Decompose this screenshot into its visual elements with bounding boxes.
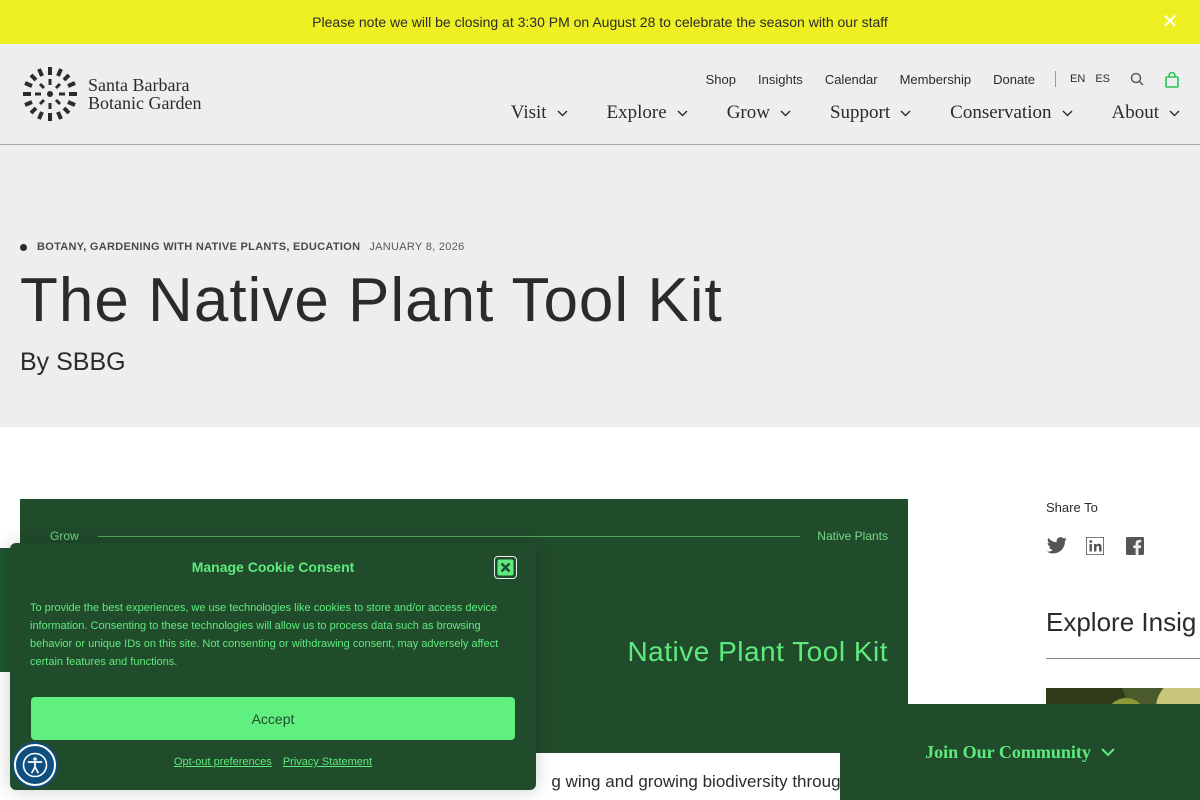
- chevron-down-icon: [557, 110, 568, 116]
- chevron-down-icon: [900, 110, 911, 116]
- join-community-button[interactable]: Join Our Community: [840, 704, 1200, 800]
- logo-line-1: Santa Barbara: [88, 75, 190, 95]
- share-section: Share To: [1046, 500, 1166, 557]
- nav-item-explore[interactable]: Explore: [607, 102, 688, 124]
- chevron-down-icon: [780, 110, 791, 116]
- twitter-icon[interactable]: [1046, 537, 1067, 557]
- nav-item-label: Grow: [726, 102, 770, 123]
- bullet-icon: [20, 243, 27, 251]
- facebook-icon[interactable]: [1126, 537, 1146, 557]
- close-icon[interactable]: ✕: [1160, 12, 1180, 32]
- nav-item-label: Visit: [510, 102, 547, 123]
- article-date: JANUARY 8, 2026: [369, 241, 465, 253]
- main-nav: Visit Explore Grow Support Conservation …: [472, 102, 1180, 124]
- site-logo[interactable]: Santa Barbara Botanic Garden: [20, 64, 201, 124]
- explore-insights-heading: Explore Insig: [1046, 607, 1197, 637]
- privacy-statement-link[interactable]: Privacy Statement: [283, 756, 372, 768]
- announcement-text: Please note we will be closing at 3:30 P…: [312, 14, 888, 30]
- logo-line-2: Botanic Garden: [88, 93, 202, 113]
- close-icon: [497, 559, 514, 576]
- nav-item-conservation[interactable]: Conservation: [950, 102, 1072, 124]
- linkedin-icon[interactable]: [1085, 536, 1106, 557]
- opt-out-link[interactable]: Opt-out preferences: [174, 756, 272, 768]
- logo-mark-icon: [23, 67, 77, 121]
- article-byline: By SBBG: [20, 348, 126, 376]
- utility-link-calendar[interactable]: Calendar: [825, 72, 878, 87]
- chevron-down-icon: [1101, 747, 1115, 756]
- accept-button[interactable]: Accept: [31, 697, 515, 740]
- nav-item-label: Explore: [606, 102, 667, 123]
- share-label: Share To: [1046, 500, 1098, 515]
- cookie-consent-dialog: Manage Cookie Consent To provide the bes…: [10, 543, 536, 790]
- nav-item-about[interactable]: About: [1112, 102, 1181, 124]
- cart-icon[interactable]: [1165, 71, 1180, 88]
- announcement-bar: Please note we will be closing at 3:30 P…: [0, 0, 1200, 44]
- language-es[interactable]: ES: [1095, 73, 1110, 85]
- nav-item-label: About: [1111, 102, 1160, 123]
- side-tab: [0, 548, 10, 672]
- chevron-down-icon: [677, 110, 688, 116]
- language-en[interactable]: EN: [1070, 73, 1085, 85]
- article-hero: BOTANY, GARDENING WITH NATIVE PLANTS, ED…: [0, 145, 1200, 427]
- banner-title: Native Plant Tool Kit: [627, 636, 888, 667]
- chevron-down-icon: [1062, 110, 1072, 116]
- utility-link-donate[interactable]: Donate: [993, 72, 1035, 87]
- search-icon[interactable]: [1130, 72, 1145, 87]
- utility-link-membership[interactable]: Membership: [900, 72, 972, 87]
- banner-tag-native-plants: Native Plants: [817, 529, 888, 543]
- article-meta: BOTANY, GARDENING WITH NATIVE PLANTS, ED…: [20, 241, 465, 253]
- join-label: Join Our Community: [925, 741, 1091, 762]
- chevron-down-icon: [1169, 110, 1180, 116]
- utility-link-insights[interactable]: Insights: [758, 72, 803, 87]
- nav-item-label: Conservation: [950, 102, 1052, 123]
- nav-item-label: Support: [829, 102, 891, 123]
- nav-item-visit[interactable]: Visit: [511, 102, 568, 124]
- site-header: Santa Barbara Botanic Garden Shop Insigh…: [0, 44, 1200, 145]
- nav-item-support[interactable]: Support: [830, 102, 911, 124]
- article-categories[interactable]: BOTANY, GARDENING WITH NATIVE PLANTS, ED…: [37, 241, 360, 253]
- utility-divider: [1055, 71, 1057, 87]
- accessibility-button[interactable]: [14, 744, 56, 786]
- cookie-body: To provide the best experiences, we use …: [30, 602, 499, 668]
- cookie-close-button[interactable]: [494, 556, 517, 579]
- cookie-title: Manage Cookie Consent: [191, 559, 355, 575]
- page-title: The Native Plant Tool Kit: [20, 266, 723, 335]
- nav-item-grow[interactable]: Grow: [727, 102, 791, 124]
- accessibility-icon: [22, 752, 48, 778]
- explore-divider: [1046, 658, 1200, 659]
- banner-divider: [98, 536, 800, 537]
- utility-link-shop[interactable]: Shop: [706, 72, 736, 87]
- utility-nav: Shop Insights Calendar Membership Donate…: [684, 71, 1180, 88]
- banner-tag-grow: Grow: [50, 529, 79, 543]
